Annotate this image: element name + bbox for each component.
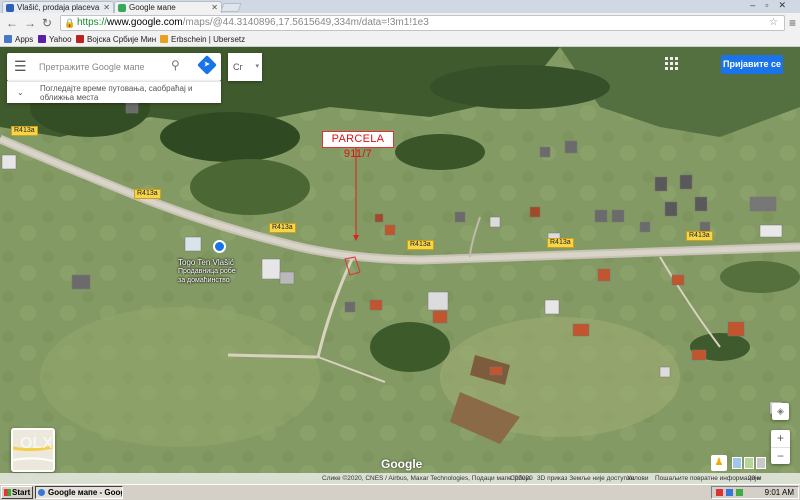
bookmark-label: Apps — [15, 35, 34, 44]
maps-favicon-icon — [118, 4, 126, 12]
imagery-credit: Слике ©2020, CNES / Airbus, Maxar Techno… — [322, 475, 533, 482]
olx-watermark: OLX — [20, 435, 53, 452]
url-path: /maps/@44.3140896,17.5615649,334m/data=!… — [182, 17, 429, 28]
map-footer: Слике ©2020, CNES / Airbus, Maxar Techno… — [0, 473, 800, 484]
system-tray: 9:01 AM — [711, 486, 799, 499]
yahoo-icon — [38, 35, 46, 43]
google-logo: Google — [381, 457, 423, 471]
bookmarks-bar: Apps Yahoo Војска Србије Мин Erbschein |… — [0, 33, 800, 47]
satellite-imagery — [0, 47, 800, 484]
layer-label: Сг — [233, 62, 243, 72]
tab-vlasic[interactable]: Vlašić, prodaja placeva ✕ — [2, 1, 114, 13]
windows-taskbar: Start Google мапе - Google... 9:01 AM — [0, 484, 800, 500]
road-label: R413a — [269, 223, 296, 233]
browser-toolbar: ← → ↻ 🔒 https://www.google.com/maps/@44.… — [0, 13, 800, 33]
road-label: R413a — [547, 238, 574, 248]
bookmark-erbschein[interactable]: Erbschein | Ubersetz — [160, 33, 245, 46]
hint-text: Погледајте време путовања, саобраћај и о… — [40, 84, 193, 102]
road-label: R413a — [11, 126, 38, 136]
browser-chrome: Vlašić, prodaja placeva ✕ Google мапе ✕ … — [0, 0, 800, 47]
poi-category-2: за домаћинство — [178, 277, 230, 284]
chrome-icon — [38, 489, 45, 496]
close-icon[interactable]: ✕ — [103, 2, 110, 13]
url-host: www.google.com — [107, 17, 183, 28]
apps-grid-icon — [4, 35, 12, 43]
google-apps-icon[interactable] — [665, 57, 679, 71]
poi-category: Продавница робе — [178, 268, 236, 275]
travel-hint[interactable]: ⌄ Погледајте време путовања, саобраћај и… — [7, 81, 221, 103]
chevron-down-icon: ⌄ — [17, 88, 24, 97]
tray-icon[interactable] — [716, 489, 723, 496]
directions-icon[interactable]: ➤ — [197, 55, 217, 75]
zoom-out-button[interactable]: − — [771, 447, 790, 464]
poi-name: Togo Ten Vlašić — [178, 258, 234, 267]
scale-bar[interactable]: 20 м — [748, 473, 762, 484]
bookmark-yahoo[interactable]: Yahoo — [38, 33, 72, 46]
parcel-annotation: PARCELA 911/7 — [322, 131, 394, 160]
zoom-in-button[interactable]: + — [771, 430, 790, 447]
new-tab-button[interactable] — [220, 3, 242, 12]
compass-icon[interactable]: ◈ — [772, 403, 789, 420]
poi-label[interactable]: Togo Ten Vlašić Продавница робе за домаћ… — [178, 258, 236, 285]
tray-icon[interactable] — [726, 489, 733, 496]
reload-icon[interactable]: ↻ — [42, 16, 52, 30]
olx-favicon-icon — [6, 4, 14, 12]
lock-icon: 🔒 — [64, 18, 76, 28]
terms-link[interactable]: Услови — [627, 473, 649, 484]
search-icon[interactable]: ⚲ — [171, 58, 180, 72]
road-label: R413a — [407, 240, 434, 250]
window-controls[interactable]: –▫✕ — [750, 0, 796, 11]
close-icon[interactable]: ✕ — [211, 2, 218, 13]
forward-arrow-icon[interactable]: → — [24, 16, 36, 30]
address-bar[interactable]: 🔒 https://www.google.com/maps/@44.314089… — [60, 15, 785, 31]
pegman-icon[interactable]: ♟ — [711, 455, 727, 471]
3d-notice: 3D приказ Земље није доступан — [537, 475, 635, 482]
bookmark-vojska[interactable]: Војска Србије Мин — [76, 33, 156, 46]
bookmark-label: Erbschein | Ubersetz — [171, 35, 246, 44]
sign-in-button[interactable]: Пријавите се — [721, 55, 783, 74]
url-scheme: https:// — [77, 17, 108, 28]
menu-icon[interactable]: ☰ — [14, 58, 27, 74]
store-pin-icon[interactable] — [213, 240, 226, 253]
crest-icon — [76, 35, 84, 43]
back-arrow-icon[interactable]: ← — [6, 16, 18, 30]
page-icon — [160, 35, 168, 43]
task-label: Google мапе - Google... — [48, 488, 122, 497]
region-link[interactable]: Србија — [510, 473, 531, 484]
clock: 9:01 AM — [764, 488, 794, 497]
bookmark-label: Војска Србије Мин — [87, 35, 157, 44]
search-input[interactable] — [39, 59, 169, 75]
windows-flag-icon — [4, 489, 11, 496]
tab-label: Google мапе — [129, 3, 176, 12]
imagery-thumbnails[interactable] — [732, 457, 766, 469]
road-label: R413a — [134, 189, 161, 199]
bookmark-apps[interactable]: Apps — [4, 33, 33, 46]
dropdown-arrow-icon: ▾ — [255, 63, 259, 70]
bookmark-label: Yahoo — [49, 35, 72, 44]
tab-google-maps[interactable]: Google мапе ✕ — [114, 1, 222, 13]
road-label: R413a — [686, 231, 713, 241]
zoom-control: + − — [771, 430, 790, 464]
search-box: ☰ ⚲ ➤ — [7, 53, 221, 81]
browser-menu-icon[interactable]: ≡ — [789, 16, 796, 30]
taskbar-item-chrome[interactable]: Google мапе - Google... — [35, 486, 123, 499]
tab-label: Vlašić, prodaja placeva — [17, 3, 100, 12]
bookmark-star-icon[interactable]: ☆ — [769, 16, 778, 30]
feedback-link[interactable]: Пошаљите повратне информације — [655, 473, 760, 484]
start-label: Start — [12, 488, 31, 497]
layer-dropdown[interactable]: Сг ▾ — [228, 53, 262, 81]
start-button[interactable]: Start — [1, 486, 33, 499]
satellite-map[interactable]: ☰ ⚲ ➤ ⌄ Погледајте време путовања, саобр… — [0, 47, 800, 484]
tab-strip: Vlašić, prodaja placeva ✕ Google мапе ✕ … — [0, 0, 800, 13]
tray-icon[interactable] — [736, 489, 743, 496]
